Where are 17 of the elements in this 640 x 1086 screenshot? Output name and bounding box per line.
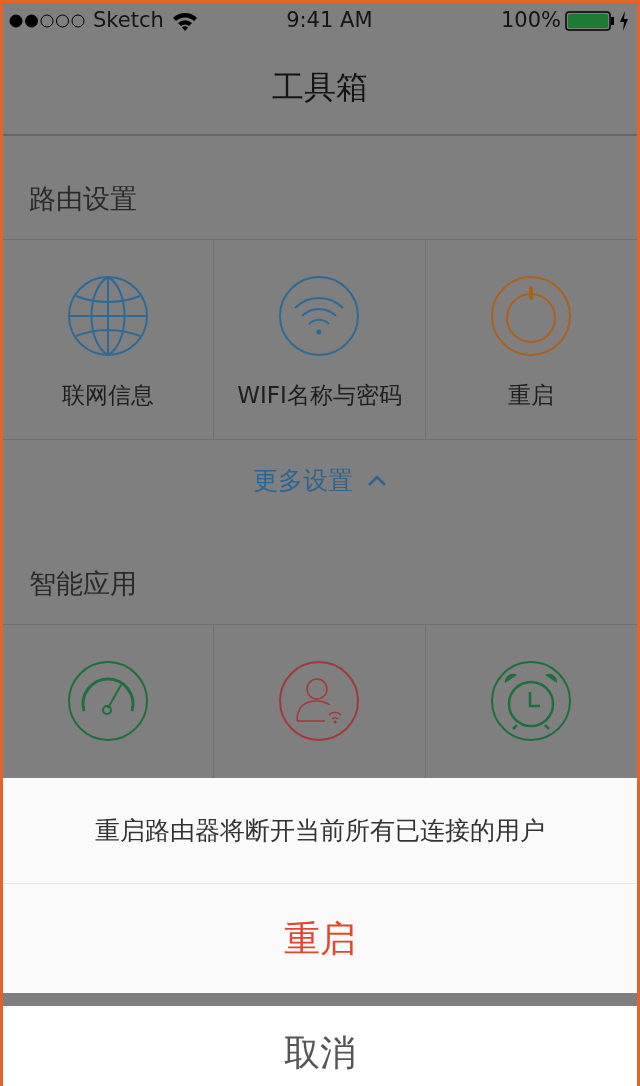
chevron-up-icon[interactable] (367, 474, 387, 487)
charging-icon (619, 11, 629, 31)
signal-icon (9, 14, 85, 28)
page-title: 工具箱 (272, 66, 368, 108)
tool-label: 重启 (508, 381, 555, 410)
tool-label: WIFI名称与密码 (237, 381, 402, 410)
status-time: 9:41 AM (285, 7, 374, 35)
sheet-message: 重启路由器将断开当前所有已连接的用户 (95, 814, 545, 847)
section-title: 智能应用 (29, 566, 137, 601)
carrier-name: Sketch (93, 7, 164, 35)
battery-icon (565, 11, 615, 31)
wifi-icon (171, 11, 198, 31)
section-title: 路由设置 (29, 181, 137, 216)
cancel-button[interactable]: 取消 (3, 1006, 637, 1086)
tool-label: 联网信息 (62, 381, 155, 410)
battery-percent: 100% (500, 7, 561, 35)
restart-button[interactable]: 重启 (3, 884, 637, 993)
